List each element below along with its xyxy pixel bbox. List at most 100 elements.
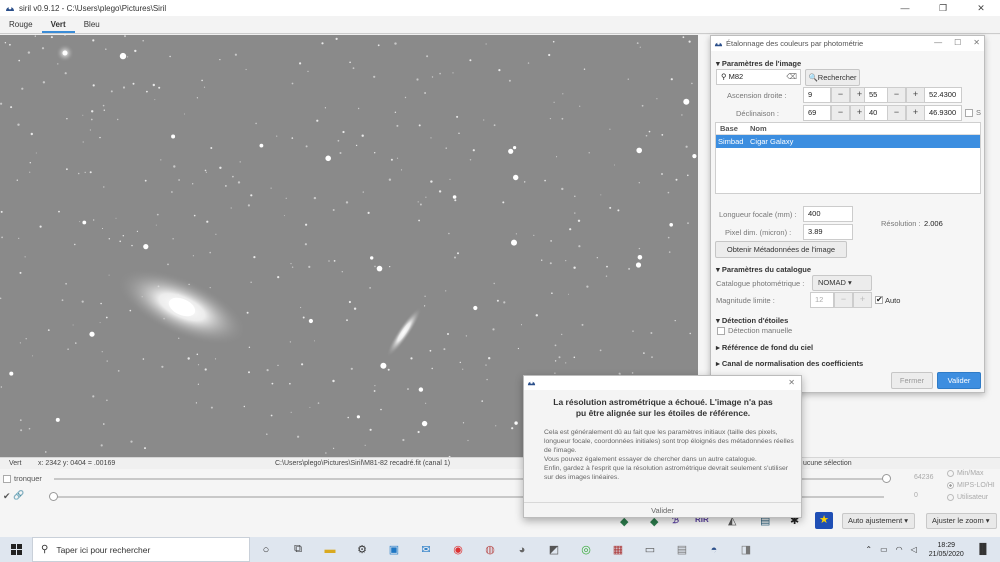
maglim-plus[interactable]: + xyxy=(853,292,872,308)
maglim-minus[interactable]: − xyxy=(834,292,853,308)
settings-icon[interactable]: ⚙ xyxy=(346,537,378,562)
tab-red[interactable]: Rouge xyxy=(0,16,42,33)
ra-hours-minus[interactable]: − xyxy=(831,87,850,103)
get-metadata-button[interactable]: Obtenir Métadonnées de l'image xyxy=(715,241,847,258)
radio-user[interactable]: Utilisateur xyxy=(947,494,988,501)
pcc-minimize-button[interactable]: — xyxy=(934,38,942,47)
app-icon-4[interactable]: ◩ xyxy=(538,537,570,562)
maglim-label: Magnitude limite : xyxy=(716,296,775,305)
dec-seconds[interactable]: 46.9300 xyxy=(924,105,962,121)
ra-label: Ascension droite : xyxy=(727,91,787,100)
siril-taskbar-icon[interactable]: ◓ xyxy=(698,537,730,562)
chrome-icon[interactable]: ◉ xyxy=(442,537,474,562)
app-icon-1[interactable]: ▣ xyxy=(378,537,410,562)
close-dialog-button[interactable]: Fermer xyxy=(891,372,933,389)
pixel-input[interactable]: 3.89 xyxy=(803,224,853,240)
error-titlebar: ✕ xyxy=(524,376,801,390)
dec-minutes[interactable]: 40 xyxy=(864,105,888,121)
object-results-table: Base Nom Simbad Cigar Galaxy xyxy=(715,122,981,194)
column-base[interactable]: Base xyxy=(720,123,738,135)
windows-logo-icon xyxy=(10,544,22,555)
truncate-label: tronquer xyxy=(14,474,42,483)
high-slider-knob[interactable] xyxy=(882,474,891,483)
app-icon-7[interactable]: ▭ xyxy=(634,537,666,562)
manual-detection-checkbox[interactable] xyxy=(717,327,725,335)
auto-label: Auto xyxy=(885,296,901,305)
clear-icon[interactable]: ⌫ xyxy=(786,70,797,84)
catalog-params-header[interactable]: ▾ Paramètres du catalogue xyxy=(716,265,811,274)
pcc-close-button[interactable]: ✕ xyxy=(973,38,980,47)
row-base: Simbad xyxy=(718,137,744,146)
star-icon[interactable]: ★ xyxy=(815,512,833,529)
norm-channel-header[interactable]: ▸ Canal de normalisation des coefficient… xyxy=(716,359,863,368)
ra-hours[interactable]: 9 xyxy=(803,87,831,103)
error-primary-text: La résolution astrométrique a échoué. L'… xyxy=(553,397,773,418)
radio-minmax[interactable]: Min/Max xyxy=(947,470,983,477)
m82-galaxy xyxy=(386,306,422,358)
dec-minutes-plus[interactable]: + xyxy=(906,105,925,121)
radio-mips[interactable]: MIPS-LO/HI xyxy=(947,482,995,489)
maximize-button[interactable]: ❐ xyxy=(924,0,962,16)
start-button[interactable] xyxy=(0,537,32,562)
star-detection-header[interactable]: ▾ Détection d'étoiles xyxy=(716,316,788,325)
minimize-button[interactable]: — xyxy=(886,0,924,16)
cortana-icon[interactable]: ○ xyxy=(250,537,282,562)
app-icon-9[interactable]: ◨ xyxy=(730,537,762,562)
catalog-combo[interactable]: NOMAD ▾ xyxy=(812,275,872,291)
mail-icon[interactable]: ✉ xyxy=(410,537,442,562)
ra-minutes[interactable]: 55 xyxy=(864,87,888,103)
low-slider-knob[interactable] xyxy=(49,492,58,501)
maglim-input[interactable]: 12 xyxy=(810,292,834,308)
chevron-up-icon[interactable]: ⌃ xyxy=(865,545,872,554)
app-icon-2[interactable]: ◍ xyxy=(474,537,506,562)
south-checkbox[interactable] xyxy=(965,109,973,117)
app-icon-6[interactable]: ▦ xyxy=(602,537,634,562)
table-row[interactable]: Simbad Cigar Galaxy xyxy=(716,135,980,148)
app-icon-3[interactable]: ◕ xyxy=(506,537,538,562)
file-explorer-icon[interactable]: ▬ xyxy=(314,537,346,562)
row-name: Cigar Galaxy xyxy=(750,137,794,146)
high-value: 64236 xyxy=(914,474,934,481)
battery-icon[interactable]: ▭ xyxy=(880,545,888,554)
resolution-value: 2.006 xyxy=(924,219,943,228)
truncate-checkbox[interactable] xyxy=(3,475,11,483)
image-params-header[interactable]: ▾ Paramètres de l'image xyxy=(716,59,801,68)
dec-minutes-minus[interactable]: − xyxy=(887,105,906,121)
check-icon[interactable]: ✔ xyxy=(3,491,11,502)
validate-button[interactable]: Valider xyxy=(937,372,981,389)
dec-degrees-minus[interactable]: − xyxy=(831,105,850,121)
focal-input[interactable]: 400 xyxy=(803,206,853,222)
tab-blue[interactable]: Bleu xyxy=(75,16,109,33)
clock[interactable]: 18:29 21/05/2020 xyxy=(929,541,964,559)
network-icon[interactable]: ◠ xyxy=(896,545,903,554)
object-search-input[interactable]: ⚲ M82 ⌫ xyxy=(716,69,801,85)
resolution-label: Résolution : xyxy=(881,219,921,228)
app-icon-5[interactable]: ◎ xyxy=(570,537,602,562)
link-icon[interactable]: 🔗 xyxy=(13,490,24,501)
system-tray: ⌃ ▭ ◠ ◁ 18:29 21/05/2020 ▐▌ xyxy=(861,537,1000,562)
low-value: 0 xyxy=(914,492,918,499)
taskbar-search[interactable]: ⚲ Taper ici pour rechercher xyxy=(32,537,250,562)
sky-bg-header[interactable]: ▸ Référence de fond du ciel xyxy=(716,343,813,352)
error-close-icon[interactable]: ✕ xyxy=(788,378,795,387)
close-button[interactable]: ✕ xyxy=(962,0,1000,16)
auto-checkbox[interactable]: ✔ xyxy=(875,296,883,304)
zoom-combo[interactable]: Ajuster le zoom ▾ xyxy=(926,513,997,529)
south-label: S xyxy=(976,108,982,117)
auto-adjust-button[interactable]: Auto ajustement ▾ xyxy=(842,513,915,529)
column-name[interactable]: Nom xyxy=(750,123,767,135)
tab-green[interactable]: Vert xyxy=(41,16,75,33)
ra-minutes-plus[interactable]: + xyxy=(906,87,925,103)
notification-icon[interactable]: ▐▌ xyxy=(976,544,990,555)
channel-tabs: Rouge Vert Bleu xyxy=(0,16,1000,34)
volume-icon[interactable]: ◁ xyxy=(911,545,917,554)
ra-minutes-minus[interactable]: − xyxy=(887,87,906,103)
search-button[interactable]: 🔍Rechercher xyxy=(805,69,860,86)
app-icon-8[interactable]: ▤ xyxy=(666,537,698,562)
error-ok-button[interactable]: Valider xyxy=(524,502,801,517)
task-view-icon[interactable]: ⧉ xyxy=(282,537,314,562)
dec-degrees[interactable]: 69 xyxy=(803,105,831,121)
pcc-maximize-button[interactable]: ☐ xyxy=(954,38,961,47)
ra-seconds[interactable]: 52.4300 xyxy=(924,87,962,103)
window-title: siril v0.9.12 - C:\Users\plego\Pictures\… xyxy=(19,3,167,13)
